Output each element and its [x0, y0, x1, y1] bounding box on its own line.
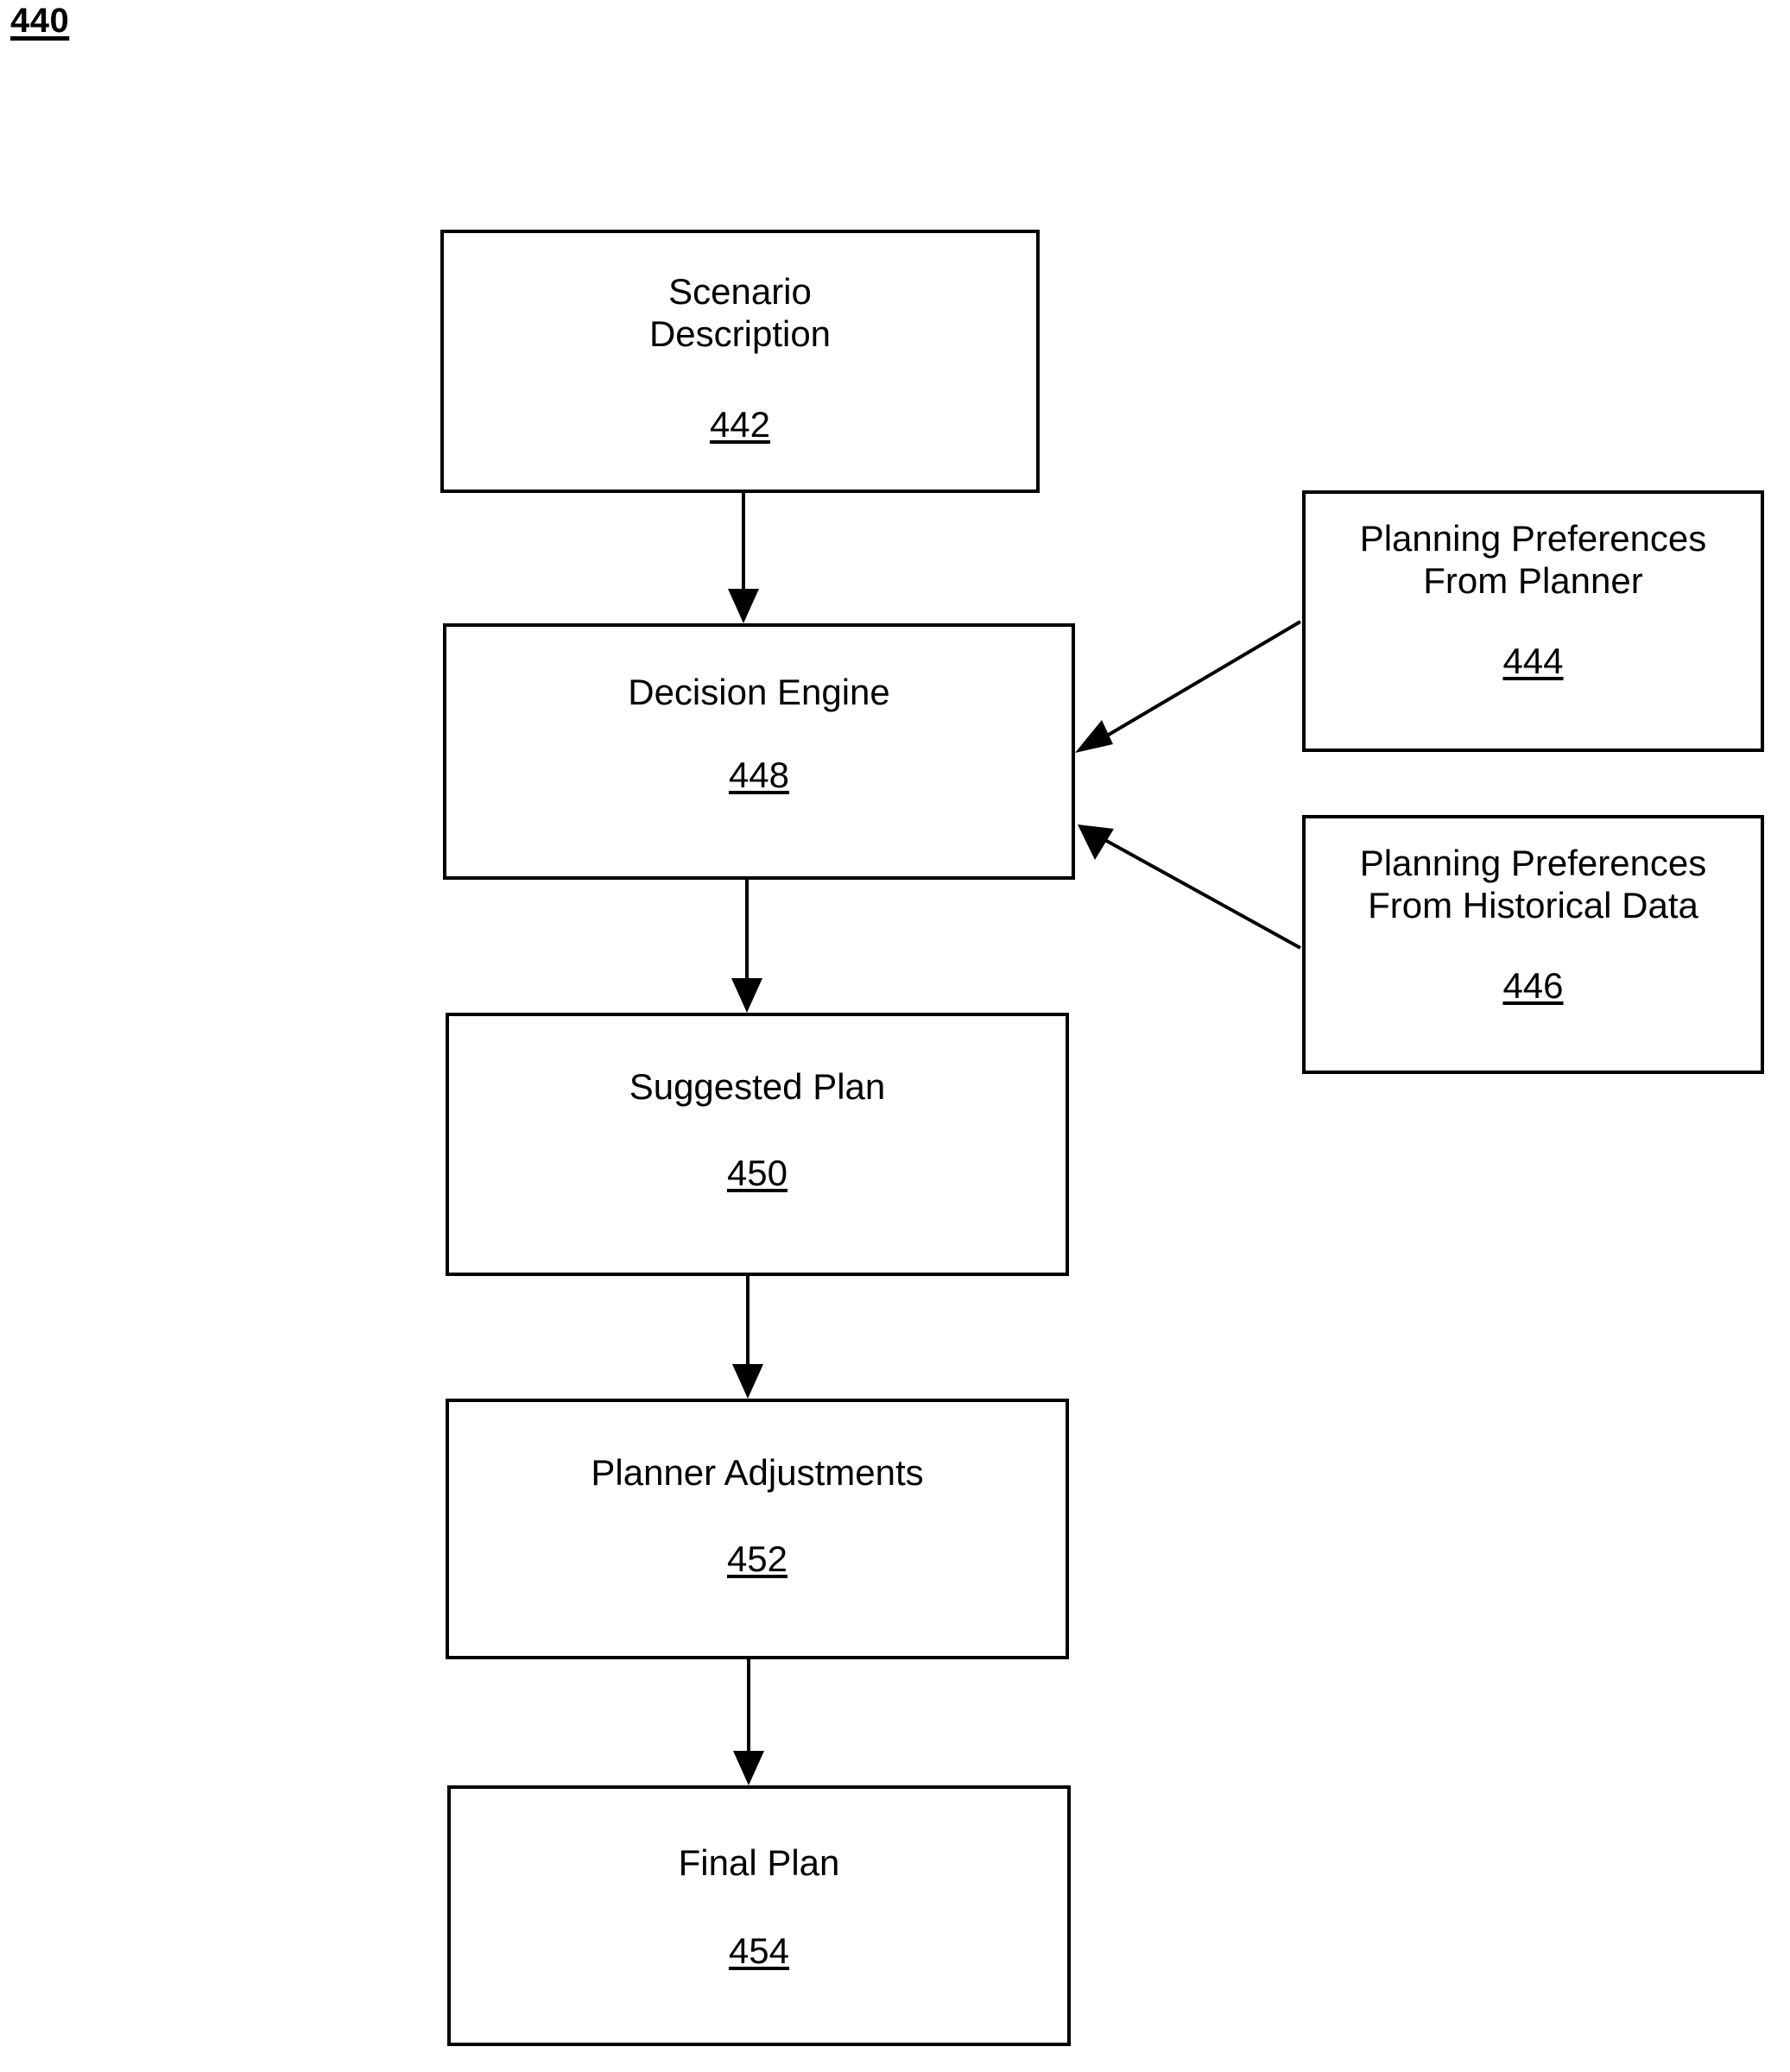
node-final-plan-ref: 454	[728, 1930, 790, 1971]
arrow-scenario-to-decision	[728, 493, 759, 623]
node-planner-adjustments: Planner Adjustments 452	[446, 1399, 1069, 1659]
node-planner-adjustments-ref: 452	[726, 1538, 788, 1579]
arrow-suggested-to-adjustments	[732, 1276, 763, 1399]
node-planning-preferences-from-planner: Planning Preferences From Planner 444	[1302, 490, 1764, 752]
node-final-plan-label: Final Plan	[678, 1842, 840, 1883]
node-scenario-description-ref: 442	[709, 404, 771, 445]
node-decision-engine-ref: 448	[728, 754, 790, 795]
figure-number-label: 440	[10, 2, 70, 40]
node-planning-preferences-from-historical-data-label: Planning Preferences From Historical Dat…	[1359, 843, 1707, 925]
arrow-decision-to-suggested	[731, 880, 762, 1013]
node-planning-preferences-from-planner-ref: 444	[1502, 641, 1564, 682]
node-planner-adjustments-label: Planner Adjustments	[591, 1452, 924, 1493]
arrow-adjustments-to-final	[733, 1659, 764, 1785]
node-decision-engine-label: Decision Engine	[628, 672, 890, 712]
node-final-plan: Final Plan 454	[447, 1785, 1071, 2046]
node-decision-engine: Decision Engine 448	[443, 623, 1075, 880]
node-suggested-plan: Suggested Plan 450	[446, 1013, 1069, 1276]
node-suggested-plan-ref: 450	[726, 1152, 788, 1193]
arrow-historical-prefs-to-decision	[1078, 824, 1301, 950]
node-scenario-description: Scenario Description 442	[440, 230, 1040, 493]
arrow-planner-prefs-to-decision	[1075, 620, 1302, 753]
node-planning-preferences-from-planner-label: Planning Preferences From Planner	[1359, 518, 1707, 601]
node-suggested-plan-label: Suggested Plan	[629, 1066, 886, 1107]
node-scenario-description-label: Scenario Description	[648, 271, 832, 354]
figure-canvas: 440 Scenario Description 442 Decision En…	[0, 0, 1790, 2072]
node-planning-preferences-from-historical-data: Planning Preferences From Historical Dat…	[1302, 815, 1764, 1074]
node-planning-preferences-from-historical-data-ref: 446	[1502, 965, 1564, 1007]
